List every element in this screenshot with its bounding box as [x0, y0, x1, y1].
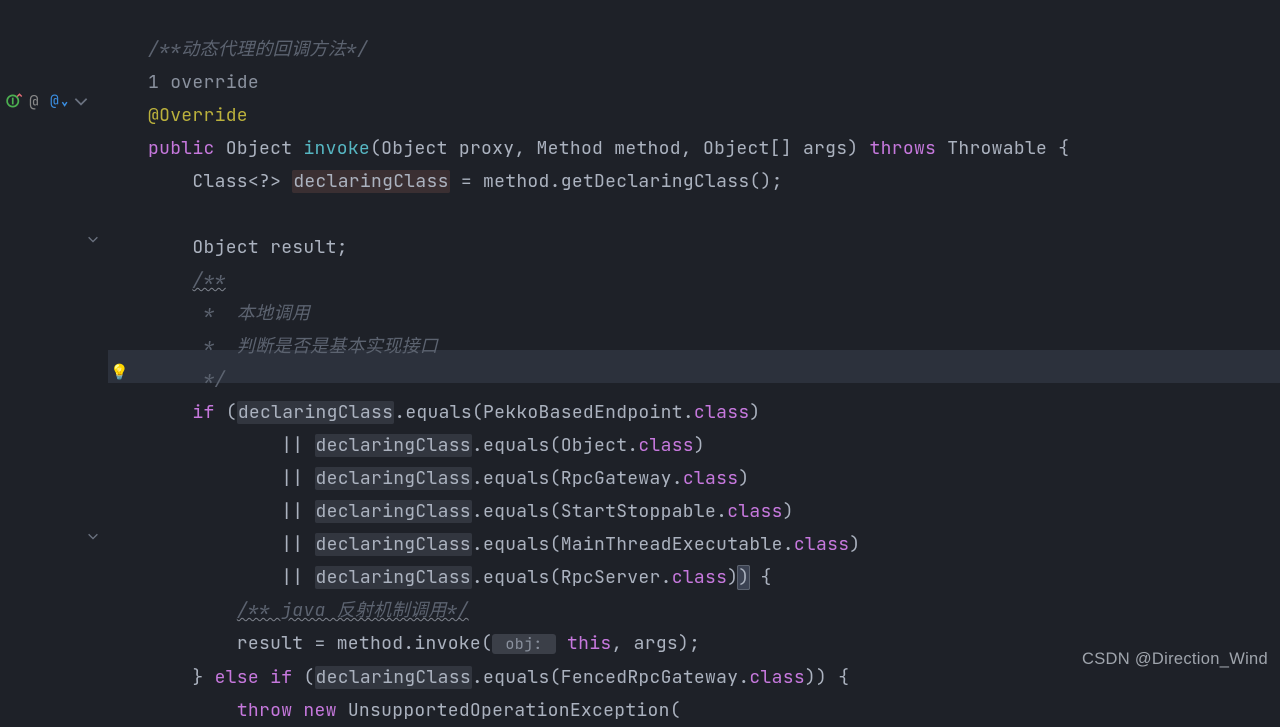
- variable-usage: declaringClass: [315, 666, 472, 689]
- type: Object: [226, 137, 293, 160]
- code-text: }: [148, 666, 215, 689]
- svg-text:@: @: [29, 92, 39, 110]
- keyword: else if: [215, 666, 293, 689]
- code-text: = method.getDeclaringClass();: [450, 170, 783, 193]
- code-text: .equals(RpcGateway.: [472, 467, 683, 490]
- code-text: UnsupportedOperationException(: [337, 699, 681, 722]
- variable-usage: declaringClass: [237, 401, 394, 424]
- keyword: class: [749, 666, 805, 689]
- code-text: Object result;: [148, 236, 348, 259]
- method-signature: (Object proxy, Method method, Object[] a…: [370, 137, 870, 160]
- code-text: ): [749, 401, 760, 424]
- doc-comment: /** java 反射机制调用*/: [237, 599, 469, 622]
- keyword: this: [567, 632, 611, 655]
- at-down-icon[interactable]: @: [50, 92, 68, 110]
- keyword: class: [638, 434, 694, 457]
- keyword: if: [192, 401, 214, 424]
- code-text: .equals(StartStoppable.: [472, 500, 727, 523]
- code-text: {: [749, 566, 771, 589]
- variable-usage: declaringClass: [315, 566, 472, 589]
- code-text: (: [292, 666, 314, 689]
- code-text: ): [849, 533, 860, 556]
- keyword: class: [794, 533, 850, 556]
- implements-up-icon[interactable]: [6, 92, 24, 110]
- code-text: (: [215, 401, 237, 424]
- keyword: class: [727, 500, 783, 523]
- fold-collapse-icon[interactable]: [86, 224, 102, 240]
- doc-comment: /**: [192, 269, 225, 292]
- code-text: .equals(Object.: [472, 434, 639, 457]
- code-text: ): [738, 467, 749, 490]
- variable-usage: declaringClass: [315, 434, 472, 457]
- code-text: [148, 699, 237, 722]
- code-text: .equals(MainThreadExecutable.: [472, 533, 794, 556]
- chevron-down-icon[interactable]: [72, 92, 90, 110]
- keyword: new: [292, 699, 336, 722]
- keyword: public: [148, 137, 215, 160]
- keyword: throws: [870, 137, 937, 160]
- code-text: [148, 401, 192, 424]
- keyword: class: [683, 467, 739, 490]
- intention-bulb-icon[interactable]: 💡: [110, 356, 129, 389]
- code-text: .equals(PekkoBasedEndpoint.: [394, 401, 694, 424]
- code-text: Class<?>: [148, 170, 292, 193]
- svg-text:@: @: [50, 92, 59, 110]
- code-text: ||: [148, 500, 315, 523]
- keyword: throw: [237, 699, 293, 722]
- code-text: .equals(RpcServer.: [472, 566, 672, 589]
- code-text: ||: [148, 434, 315, 457]
- annotation: @Override: [148, 104, 248, 127]
- watermark: CSDN @Direction_Wind: [1082, 643, 1268, 676]
- code-text: [148, 269, 192, 292]
- code-text: , args);: [611, 632, 700, 655]
- code-text: ||: [148, 566, 315, 589]
- comment: /**动态代理的回调方法*/: [148, 38, 368, 61]
- doc-comment: * 本地调用: [148, 302, 310, 325]
- keyword: class: [672, 566, 728, 589]
- code-text: ||: [148, 467, 315, 490]
- variable-usage: declaringClass: [315, 467, 472, 490]
- method-name: invoke: [303, 137, 370, 160]
- code-text: ): [694, 434, 705, 457]
- variable-declaration: declaringClass: [292, 170, 449, 193]
- type: Throwable {: [936, 137, 1069, 160]
- inlay-hint: 1 override: [148, 71, 259, 94]
- parameter-hint: obj:: [492, 634, 556, 654]
- variable-usage: declaringClass: [315, 533, 472, 556]
- gutter-icon-row: @ @: [6, 92, 90, 110]
- editor-gutter: @ @: [0, 0, 108, 684]
- variable-usage: declaringClass: [315, 500, 472, 523]
- fold-collapse-icon[interactable]: [86, 521, 102, 537]
- code-editor[interactable]: /**动态代理的回调方法*/ 1 override @Override publ…: [148, 0, 1069, 727]
- code-text: .equals(FencedRpcGateway.: [472, 666, 750, 689]
- code-text: ): [783, 500, 794, 523]
- code-text: result = method.invoke(: [148, 632, 492, 655]
- at-icon[interactable]: @: [28, 92, 46, 110]
- code-text: ||: [148, 533, 315, 556]
- keyword: class: [694, 401, 750, 424]
- doc-comment: */: [148, 368, 226, 391]
- code-text: )) {: [805, 666, 849, 689]
- doc-comment: * 判断是否是基本实现接口: [148, 335, 438, 358]
- code-text: [148, 599, 237, 622]
